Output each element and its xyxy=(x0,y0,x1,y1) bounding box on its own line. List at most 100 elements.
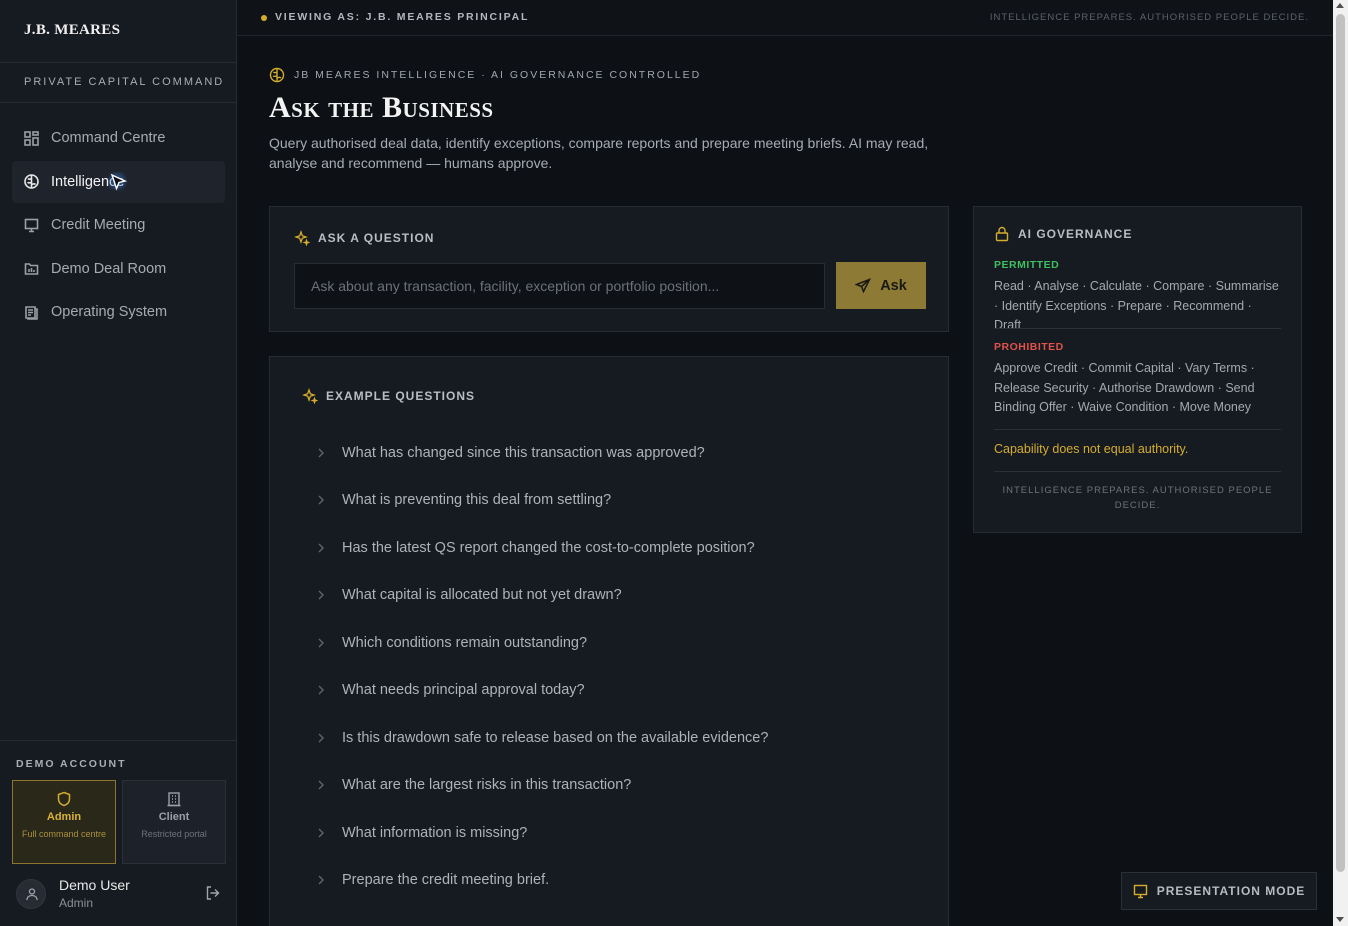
divider xyxy=(994,471,1281,472)
chevron-right-icon xyxy=(318,828,324,838)
divider xyxy=(994,328,1281,329)
main-content: JB MEARES INTELLIGENCE · AI GOVERNANCE C… xyxy=(237,36,1333,926)
ask-button-label: Ask xyxy=(880,277,907,294)
scrollbar-thumb[interactable] xyxy=(1336,14,1345,872)
example-question[interactable]: What capital is allocated but not yet dr… xyxy=(294,572,914,620)
chevron-right-icon xyxy=(318,448,324,458)
role-subtitle: Restricted portal xyxy=(141,829,207,839)
prohibited-label: PROHIBITED xyxy=(994,341,1064,353)
prohibited-list: Approve Credit · Commit Capital · Vary T… xyxy=(994,361,1255,414)
example-questions-heading: EXAMPLE QUESTIONS xyxy=(302,388,475,404)
chevron-right-icon xyxy=(318,733,324,743)
sidebar-item-credit-meeting[interactable]: Credit Meeting xyxy=(12,204,225,246)
sidebar: J.B. MEARES PRIVATE CAPITAL COMMAND Comm… xyxy=(0,0,237,926)
lock-icon xyxy=(995,226,1009,242)
ask-button[interactable]: Ask xyxy=(836,262,926,309)
ai-governance-heading-text: AI GOVERNANCE xyxy=(1018,227,1133,241)
example-question[interactable]: What is preventing this deal from settli… xyxy=(294,477,914,525)
ai-governance-heading: AI GOVERNANCE xyxy=(994,226,1132,242)
example-question-text: What capital is allocated but not yet dr… xyxy=(342,587,622,604)
mouse-cursor-icon xyxy=(109,173,128,191)
brand-logo[interactable]: J.B. MEARES xyxy=(24,22,120,39)
permitted-section: PERMITTED Read · Analyse · Calculate · C… xyxy=(994,259,1281,336)
vertical-scrollbar[interactable] xyxy=(1333,0,1348,926)
sidebar-item-demo-deal-room[interactable]: Demo Deal Room xyxy=(12,248,225,290)
user-icon xyxy=(26,888,38,901)
demo-account-label: DEMO ACCOUNT xyxy=(16,758,127,770)
sparkles-icon xyxy=(294,230,310,246)
chevron-right-icon xyxy=(318,780,324,790)
permitted-label: PERMITTED xyxy=(994,259,1060,271)
logout-icon[interactable] xyxy=(205,885,221,901)
status-dot xyxy=(261,15,267,21)
example-question-text: Has the latest QS report changed the cos… xyxy=(342,539,755,556)
example-question-text: What needs principal approval today? xyxy=(342,682,585,699)
book-icon xyxy=(24,305,39,320)
role-title: Admin xyxy=(46,811,82,823)
example-question-text: What information is missing? xyxy=(342,824,528,841)
top-bar: VIEWING AS: J.B. MEARES PRINCIPAL INTELL… xyxy=(237,0,1333,36)
app-window: J.B. MEARES PRIVATE CAPITAL COMMAND Comm… xyxy=(0,0,1348,926)
top-tagline: INTELLIGENCE PREPARES. AUTHORISED PEOPLE… xyxy=(989,12,1309,23)
brain-icon xyxy=(24,174,39,189)
example-questions-heading-text: EXAMPLE QUESTIONS xyxy=(326,389,476,403)
sidebar-nav: Command Centre Intelligence Credit Meeti… xyxy=(12,117,225,335)
example-question[interactable]: Has the latest QS report changed the cos… xyxy=(294,524,914,572)
user-profile: Demo User Admin xyxy=(16,875,226,915)
page-title: Ask the Business xyxy=(269,91,494,124)
brand-subtitle: PRIVATE CAPITAL COMMAND xyxy=(0,62,236,103)
ask-question-heading: ASK A QUESTION xyxy=(294,230,434,246)
chevron-right-icon xyxy=(318,638,324,648)
example-question[interactable]: What information is missing? xyxy=(294,809,914,857)
role-admin-button[interactable]: Admin Full command centre xyxy=(12,780,116,864)
example-question[interactable]: What has changed since this transaction … xyxy=(294,429,914,477)
authority-note: Capability does not equal authority. xyxy=(994,442,1189,456)
page-description: Query authorised deal data, identify exc… xyxy=(269,135,929,171)
role-subtitle: Full command centre xyxy=(21,829,107,839)
grid-icon xyxy=(24,130,39,146)
prohibited-section: PROHIBITED Approve Credit · Commit Capit… xyxy=(994,341,1281,418)
ai-governance-panel: AI GOVERNANCE PERMITTED Read · Analyse ·… xyxy=(973,206,1302,533)
scroll-up-arrow-icon[interactable] xyxy=(1336,3,1344,8)
presentation-icon xyxy=(24,218,39,233)
role-client-button[interactable]: Client Restricted portal xyxy=(122,780,226,864)
viewing-as-label: VIEWING AS: J.B. MEARES PRINCIPAL xyxy=(275,11,530,23)
building-icon xyxy=(166,791,182,807)
avatar[interactable] xyxy=(16,879,46,909)
example-question-text: Is this drawdown safe to release based o… xyxy=(342,729,769,746)
example-question[interactable]: Which conditions remain outstanding? xyxy=(294,619,914,667)
governance-footer: INTELLIGENCE PREPARES. AUTHORISED PEOPLE… xyxy=(1002,485,1273,511)
brain-icon xyxy=(269,67,285,83)
presentation-mode-button[interactable]: PRESENTATION MODE xyxy=(1121,872,1317,910)
example-questions-panel: EXAMPLE QUESTIONS What has changed since… xyxy=(269,356,949,926)
page-kicker-text: JB MEARES INTELLIGENCE · AI GOVERNANCE C… xyxy=(294,69,702,81)
divider xyxy=(994,429,1281,430)
ask-input[interactable] xyxy=(294,263,825,309)
chevron-right-icon xyxy=(318,543,324,553)
presentation-mode-label: PRESENTATION MODE xyxy=(1156,884,1306,898)
permitted-list: Read · Analyse · Calculate · Compare · S… xyxy=(994,279,1279,332)
folder-icon xyxy=(24,261,39,276)
sidebar-item-label: Demo Deal Room xyxy=(51,260,167,277)
example-question[interactable]: What needs principal approval today? xyxy=(294,667,914,715)
chevron-right-icon xyxy=(318,875,324,885)
example-question[interactable]: What are the largest risks in this trans… xyxy=(294,762,914,810)
send-icon xyxy=(855,277,872,293)
scroll-down-arrow-icon[interactable] xyxy=(1336,917,1344,922)
ask-question-heading-text: ASK A QUESTION xyxy=(318,231,435,245)
sidebar-item-label: Credit Meeting xyxy=(51,217,146,233)
presentation-icon xyxy=(1133,884,1147,898)
example-question[interactable]: Prepare the credit meeting brief. xyxy=(294,857,914,905)
page-kicker: JB MEARES INTELLIGENCE · AI GOVERNANCE C… xyxy=(269,67,701,83)
sidebar-item-command-centre[interactable]: Command Centre xyxy=(12,117,225,159)
example-question-text: What are the largest risks in this trans… xyxy=(342,777,632,794)
sidebar-item-operating-system[interactable]: Operating System xyxy=(12,291,225,333)
demo-account-section: DEMO ACCOUNT Admin Full command centre C… xyxy=(0,740,236,910)
user-role: Admin xyxy=(59,896,94,910)
sidebar-item-label: Command Centre xyxy=(51,130,166,146)
example-question-text: What is preventing this deal from settli… xyxy=(342,492,612,509)
sidebar-item-label: Operating System xyxy=(51,304,168,320)
example-questions-list: What has changed since this transaction … xyxy=(294,429,914,904)
example-question[interactable]: Is this drawdown safe to release based o… xyxy=(294,714,914,762)
chevron-right-icon xyxy=(318,495,324,505)
